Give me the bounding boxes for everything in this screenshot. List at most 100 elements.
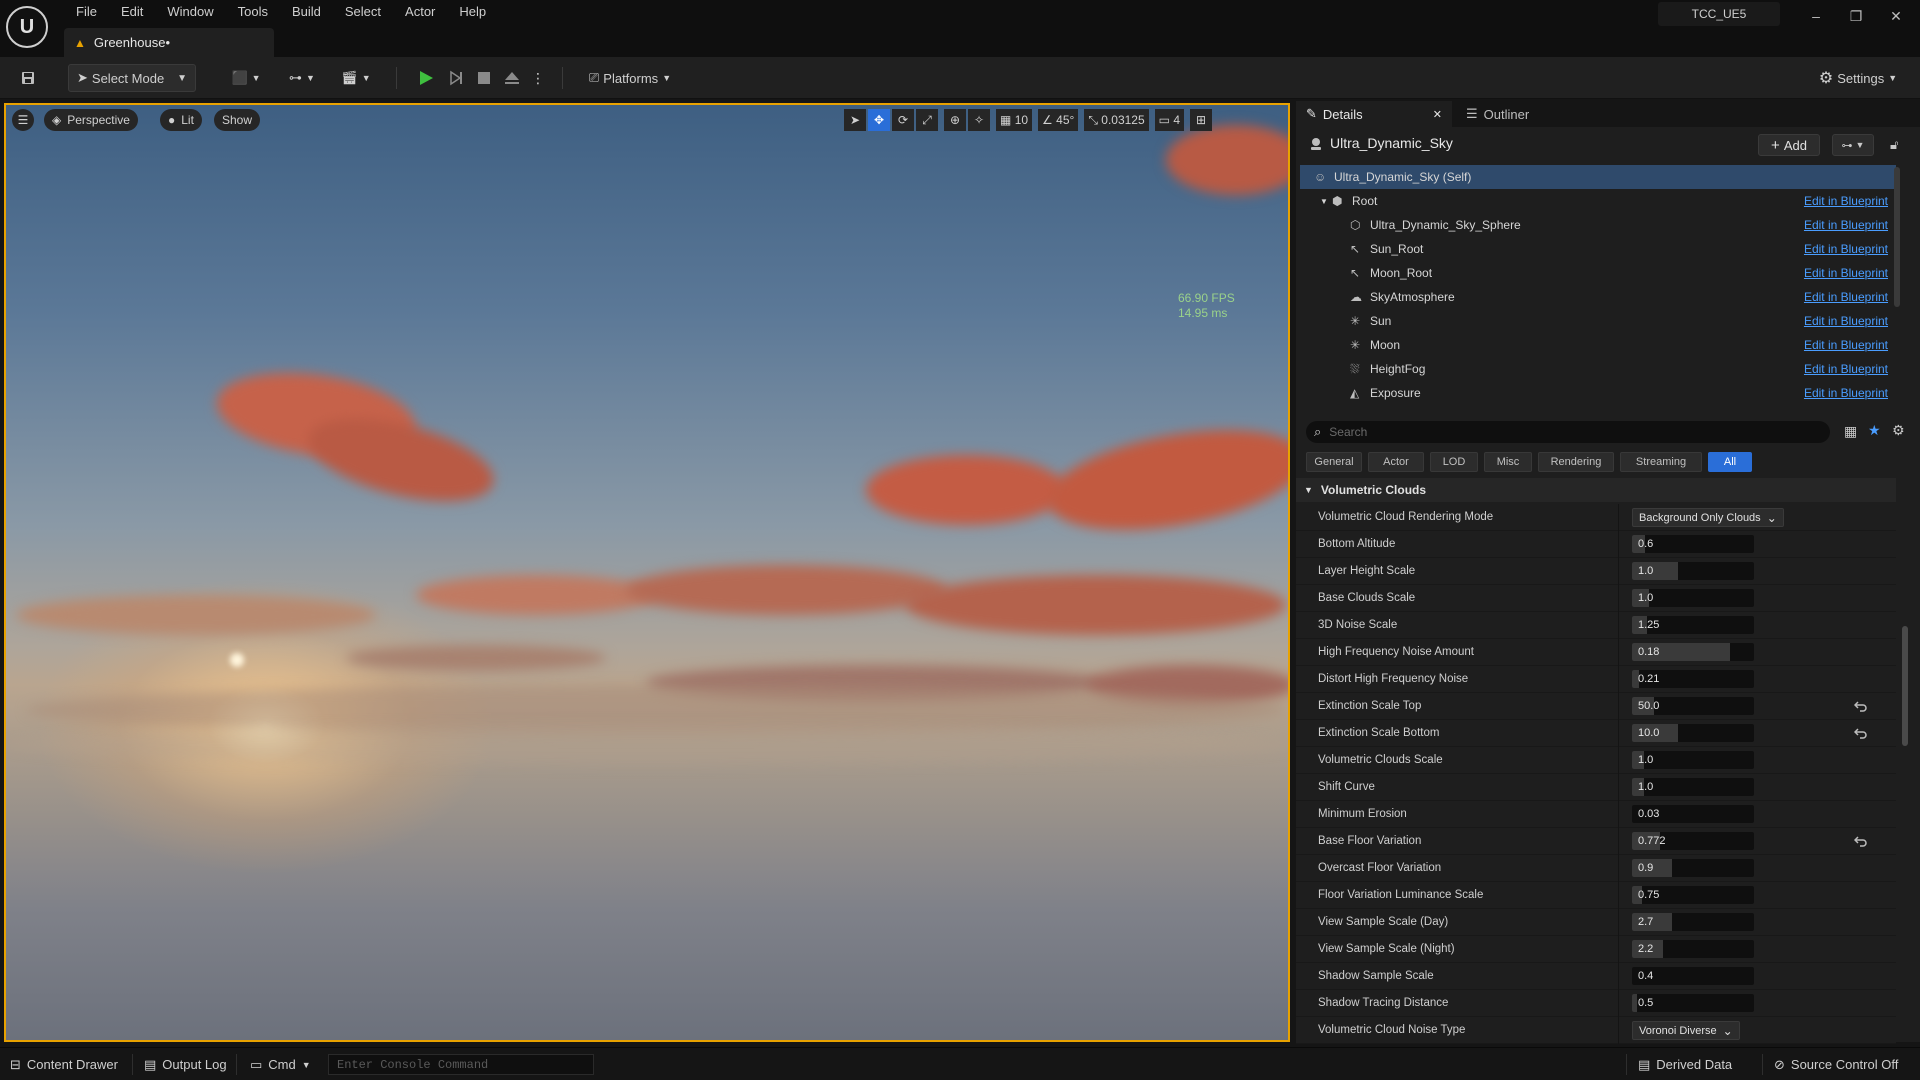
maximize-viewport-icon[interactable]: ⊞ [1190,109,1213,131]
component-row[interactable]: ⬡ Ultra_Dynamic_Sky_Sphere Edit in Bluepri… [1300,213,1896,237]
property-value-slider[interactable]: 0.6 [1632,535,1754,553]
menu-edit[interactable]: Edit [109,3,155,21]
restore-button[interactable]: ❐ [1838,6,1874,26]
edit-in-blueprint-link[interactable]: Edit in Blueprint [1804,314,1888,328]
tab-outliner[interactable]: ☰ Outliner [1456,101,1576,127]
minimize-button[interactable]: – [1798,6,1834,26]
menu-actor[interactable]: Actor [393,3,447,21]
derived-data-button[interactable]: ▤ Derived Data [1638,1048,1732,1080]
world-space-icon[interactable]: ⊕ [944,109,966,131]
property-value-slider[interactable]: 0.75 [1632,886,1754,904]
property-combo-box[interactable]: Background Only Clouds ⌄ [1632,508,1784,527]
angle-snap-button[interactable]: ∠ 45° [1038,109,1079,131]
filter-tab-general[interactable]: General [1306,452,1362,472]
cinematics-button[interactable]: 🎬︎ ▼ [336,64,376,92]
level-document-tab[interactable]: ▲ Greenhouse• [64,28,274,57]
component-row[interactable]: ⛆ HeightFog Edit in Blueprint [1300,357,1896,381]
select-mode-dropdown[interactable]: ➤ Select Mode ▼ [68,64,196,92]
component-row[interactable]: ↖ Moon_Root Edit in Blueprint [1300,261,1896,285]
component-row[interactable]: ☺ Ultra_Dynamic_Sky (Self) [1300,165,1896,189]
filter-tab-streaming[interactable]: Streaming [1620,452,1702,472]
play-options-button[interactable]: ⋮ [528,64,548,92]
property-value-slider[interactable]: 0.9 [1632,859,1754,877]
menu-tools[interactable]: Tools [226,3,280,21]
edit-in-blueprint-link[interactable]: Edit in Blueprint [1804,386,1888,400]
property-value-slider[interactable]: 2.2 [1632,940,1754,958]
property-value-slider[interactable]: 1.0 [1632,562,1754,580]
level-viewport[interactable]: ☰ ◈ Perspective ● Lit Show ➤ ✥ ⟳ ⤢ ⊕ ✧ ▦… [4,103,1290,1042]
camera-speed-button[interactable]: ▭ 4 [1154,109,1185,131]
reset-to-default-icon[interactable] [1854,834,1868,848]
volumetric-clouds-section-header[interactable]: ▼ Volumetric Clouds [1296,478,1896,502]
console-command-input[interactable] [328,1054,594,1075]
add-component-button[interactable]: + Add [1758,134,1820,156]
blueprint-options-button[interactable]: ⊶ ▼ [1832,134,1874,156]
close-icon[interactable]: ✕ [1433,108,1442,121]
property-value-slider[interactable]: 0.18 [1632,643,1754,661]
viewport-menu-button[interactable]: ☰ [12,109,34,131]
edit-in-blueprint-link[interactable]: Edit in Blueprint [1804,290,1888,304]
stop-button[interactable] [470,64,498,92]
favorites-star-icon[interactable]: ★ [1868,422,1881,439]
translate-tool-icon[interactable]: ✥ [868,109,890,131]
edit-in-blueprint-link[interactable]: Edit in Blueprint [1804,194,1888,208]
property-value-slider[interactable]: 1.0 [1632,589,1754,607]
edit-in-blueprint-link[interactable]: Edit in Blueprint [1804,266,1888,280]
filter-tab-lod[interactable]: LOD [1430,452,1478,472]
menu-build[interactable]: Build [280,3,333,21]
component-row[interactable]: ◭ Exposure Edit in Blueprint [1300,381,1896,405]
property-combo-box[interactable]: Voronoi Diverse ⌄ [1632,1021,1740,1040]
edit-in-blueprint-link[interactable]: Edit in Blueprint [1804,218,1888,232]
eject-button[interactable] [498,64,526,92]
grid-snap-button[interactable]: ▦ 10 [996,109,1033,131]
add-content-button[interactable]: ⬛ ▼ [226,64,266,92]
property-value-slider[interactable]: 0.21 [1632,670,1754,688]
property-value-slider[interactable]: 0.03 [1632,805,1754,823]
property-value-slider[interactable]: 1.25 [1632,616,1754,634]
details-search-input[interactable] [1329,425,1810,439]
edit-in-blueprint-link[interactable]: Edit in Blueprint [1804,338,1888,352]
edit-in-blueprint-link[interactable]: Edit in Blueprint [1804,242,1888,256]
gear-icon[interactable]: ⚙ [1892,422,1905,439]
scale-snap-button[interactable]: ⤡ 0.03125 [1084,109,1149,131]
details-scrollbar[interactable] [1902,626,1908,746]
settings-dropdown[interactable]: ⚙ Settings ▼ [1810,64,1906,92]
property-value-slider[interactable]: 2.7 [1632,913,1754,931]
menu-file[interactable]: File [64,3,109,21]
surface-snap-icon[interactable]: ✧ [968,109,990,131]
property-value-slider[interactable]: 1.0 [1632,751,1754,769]
component-tree-scrollbar[interactable] [1894,167,1900,307]
select-tool-icon[interactable]: ➤ [844,109,866,131]
play-button[interactable] [412,64,440,92]
advance-frame-button[interactable] [442,64,470,92]
unreal-logo-icon[interactable]: U [6,6,48,48]
source-control-button[interactable]: ⊘ Source Control Off [1774,1048,1898,1080]
chevron-down-icon[interactable]: ▼ [1320,197,1328,206]
platforms-dropdown[interactable]: ⎚ Platforms ▼ [578,64,682,92]
component-row[interactable]: ☁ SkyAtmosphere Edit in Blueprint [1300,285,1896,309]
table-view-icon[interactable]: ▦ [1844,423,1857,440]
scale-tool-icon[interactable]: ⤢ [916,109,938,131]
close-window-button[interactable]: ✕ [1878,6,1914,26]
output-log-button[interactable]: ▤ Output Log [144,1048,227,1080]
edit-in-blueprint-link[interactable]: Edit in Blueprint [1804,362,1888,376]
reset-to-default-icon[interactable] [1854,699,1868,713]
blueprint-menu-button[interactable]: ⊶ ▼ [282,64,322,92]
filter-tab-all[interactable]: All [1708,452,1752,472]
rotate-tool-icon[interactable]: ⟳ [892,109,914,131]
property-value-slider[interactable]: 0.5 [1632,994,1754,1012]
property-value-slider[interactable]: 0.4 [1632,967,1754,985]
cmd-dropdown[interactable]: ▭ Cmd ▼ [250,1048,311,1080]
reset-to-default-icon[interactable] [1854,726,1868,740]
component-row[interactable]: ✳ Sun Edit in Blueprint [1300,309,1896,333]
property-value-slider[interactable]: 1.0 [1632,778,1754,796]
filter-tab-actor[interactable]: Actor [1368,452,1424,472]
property-value-slider[interactable]: 10.0 [1632,724,1754,742]
menu-help[interactable]: Help [447,3,498,21]
save-icon[interactable] [14,64,42,92]
perspective-button[interactable]: ◈ Perspective [44,109,138,131]
component-row[interactable]: ✳ Moon Edit in Blueprint [1300,333,1896,357]
component-row[interactable]: ▼ ⬢ Root Edit in Blueprint [1300,189,1896,213]
lock-icon[interactable]: 🔓︎ [1890,137,1898,153]
menu-select[interactable]: Select [333,3,393,21]
